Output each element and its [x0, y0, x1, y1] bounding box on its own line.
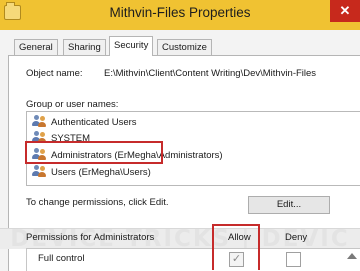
- list-item-authenticated-users[interactable]: Authenticated Users: [32, 115, 137, 129]
- tab-sharing[interactable]: Sharing: [63, 39, 106, 55]
- deny-checkbox[interactable]: [286, 252, 301, 267]
- group-or-user-names-label: Group or user names:: [26, 99, 119, 110]
- scroll-up-arrow-icon[interactable]: [347, 253, 357, 259]
- tab-general[interactable]: General: [14, 39, 58, 55]
- window-title: Mithvin-Files Properties: [109, 5, 251, 20]
- title-bar: Mithvin-Files Properties ✕: [0, 0, 360, 30]
- list-item-label: Users (ErMegha\Users): [51, 167, 151, 178]
- users-group-icon: [32, 115, 48, 127]
- deny-column-header: Deny: [285, 232, 308, 243]
- tab-customize[interactable]: Customize: [157, 39, 212, 55]
- object-name-label: Object name:: [26, 68, 83, 79]
- permissions-for-label: Permissions for Administrators: [26, 232, 155, 243]
- close-button[interactable]: ✕: [330, 0, 360, 22]
- administrators-highlight: [25, 141, 163, 164]
- list-item-label: Authenticated Users: [51, 117, 137, 128]
- tab-bar: General Sharing Security Customize: [0, 30, 360, 56]
- list-item-users[interactable]: Users (ErMegha\Users): [32, 165, 151, 179]
- tab-security[interactable]: Security: [109, 36, 154, 56]
- allow-column-highlight: [212, 224, 260, 270]
- users-group-icon: [32, 165, 48, 177]
- object-name-value: E:\Mithvin\Client\Content Writing\Dev\Mi…: [104, 68, 317, 79]
- permission-name: Full control: [38, 253, 85, 264]
- edit-button[interactable]: Edit...: [248, 196, 330, 214]
- change-permissions-text: To change permissions, click Edit.: [26, 197, 169, 208]
